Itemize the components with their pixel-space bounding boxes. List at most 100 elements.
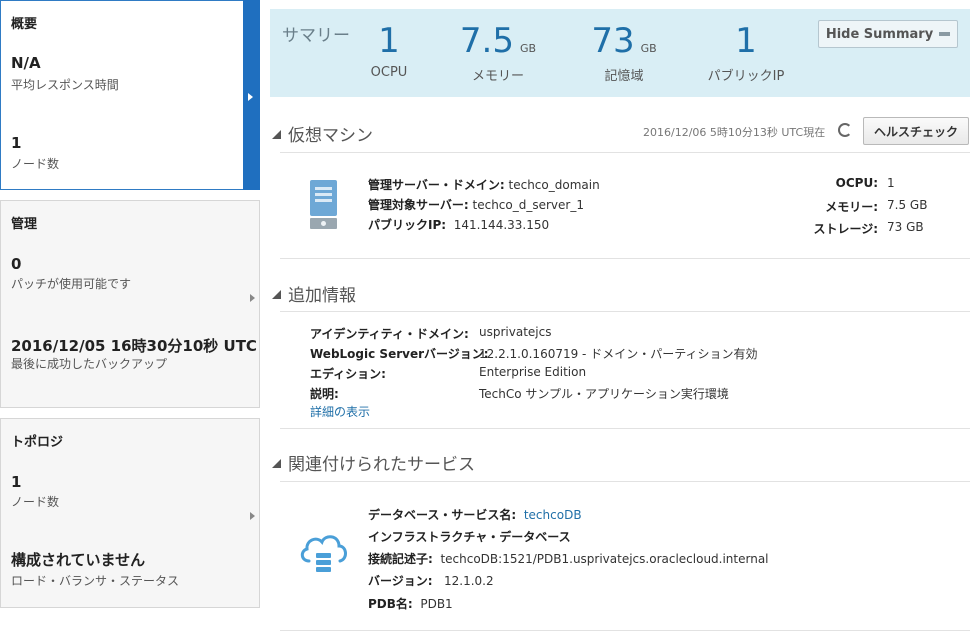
database-cloud-icon: [300, 535, 347, 572]
avg-response-value: N/A: [11, 54, 41, 72]
identity-domain-value: usprivatejcs: [479, 325, 552, 339]
refresh-icon[interactable]: [838, 123, 852, 137]
topology-node-label: ノード数: [11, 495, 60, 509]
kv-key: インフラストラクチャ・データベース: [368, 530, 571, 544]
kv-key: エディション:: [310, 367, 386, 381]
management-title: 管理: [11, 217, 38, 232]
kv-key: 接続記述子:: [368, 552, 433, 566]
kv-value: techco_domain: [508, 178, 600, 192]
metric-unit: GB: [640, 42, 657, 55]
metric-memory: 7.5 GB メモリー: [453, 19, 543, 84]
description-key: 説明:: [310, 385, 339, 402]
kv-key: ストレージ:: [813, 222, 878, 236]
related-section-title: 関連付けられたサービス: [288, 455, 475, 475]
description-value: TechCo サンプル・アプリケーション実行環境: [479, 387, 729, 401]
collapse-triangle-icon: [272, 289, 281, 299]
kv-key: 説明:: [310, 387, 339, 401]
overview-panel[interactable]: 概要 N/A 平均レスポンス時間 1 ノード数: [0, 0, 260, 190]
hide-summary-button[interactable]: Hide Summary: [818, 20, 958, 48]
metric-label: 記憶域: [604, 69, 644, 84]
metric-value: 1: [378, 21, 400, 61]
pdb-name: PDB名: PDB1: [368, 595, 453, 612]
identity-domain-key: アイデンティティ・ドメイン:: [310, 325, 469, 342]
hide-summary-label: Hide Summary: [825, 26, 934, 42]
lb-status-value: 構成されていません: [11, 551, 146, 569]
chevron-right-icon: [248, 93, 253, 101]
db-service-name: データベース・サービス名: techcoDB: [368, 506, 582, 523]
summary-title: サマリー: [282, 26, 350, 46]
summary-bar: サマリー 1 OCPU 7.5 GB メモリー 73 GB 記憶域 1 パブリックI…: [270, 9, 970, 97]
vm-memory-value: 7.5 GB: [887, 198, 928, 212]
management-panel[interactable]: 管理 0 パッチが使用可能です 2016/12/05 16時30分10秒 UTC…: [0, 200, 260, 408]
kv-value: 12.1.0.2: [444, 574, 494, 588]
edition-value: Enterprise Edition: [479, 365, 587, 379]
vm-public-ip: パブリックIP: 141.144.33.150: [368, 216, 549, 233]
health-check-button[interactable]: ヘルスチェック: [863, 117, 969, 145]
kv-key: 管理サーバー・ドメイン:: [368, 178, 505, 192]
kv-key: メモリー:: [825, 200, 878, 214]
additional-divider: [280, 311, 970, 312]
metric-value: 1: [735, 21, 757, 61]
minus-icon: [939, 32, 951, 36]
node-count-label: ノード数: [11, 157, 60, 171]
related-section-header[interactable]: 関連付けられたサービス: [270, 450, 475, 475]
wls-version-value: 12.2.1.0.160719 - ドメイン・パーティション有効: [479, 347, 758, 361]
kv-key: OCPU:: [835, 176, 878, 190]
topology-panel[interactable]: トポロジ 1 ノード数 構成されていません ロード・バランサ・ステータス: [0, 418, 260, 608]
vm-managed-server: 管理対象サーバー: techco_d_server_1: [368, 196, 584, 213]
additional-bottom-divider: [280, 428, 970, 429]
vm-memory-key: メモリー:: [806, 198, 878, 215]
wls-version-key: WebLogic Serverバージョン:: [310, 345, 489, 362]
vm-section-title: 仮想マシン: [288, 126, 373, 146]
kv-key: バージョン:: [368, 574, 433, 588]
node-count-value: 1: [11, 134, 22, 152]
kv-value: PDB1: [420, 597, 453, 611]
backup-time-value: 2016/12/05 16時30分10秒 UTC: [11, 337, 257, 355]
kv-key: 管理対象サーバー:: [368, 198, 469, 212]
vm-storage-value: 73 GB: [887, 220, 924, 234]
metric-unit: GB: [520, 42, 537, 55]
topology-node-value: 1: [11, 473, 22, 491]
metric-value: 73: [591, 21, 635, 61]
metric-label: メモリー: [471, 69, 524, 84]
avg-response-label: 平均レスポンス時間: [11, 78, 119, 92]
vm-bottom-divider: [280, 258, 970, 259]
infra-db-label: インフラストラクチャ・データベース: [368, 528, 571, 545]
patch-count-label: パッチが使用可能です: [11, 277, 132, 291]
metric-storage: 73 GB 記憶域: [588, 19, 660, 84]
connect-descriptor: 接続記述子: techcoDB:1521/PDB1.usprivatejcs.o…: [368, 550, 769, 567]
patch-count-value: 0: [11, 255, 22, 273]
show-details-link[interactable]: 詳細の表示: [310, 403, 370, 420]
overview-title: 概要: [11, 17, 38, 32]
chevron-right-icon: [250, 294, 255, 302]
additional-section-title: 追加情報: [288, 286, 356, 306]
metric-label: OCPU: [370, 65, 408, 80]
server-icon: [310, 180, 337, 229]
chevron-right-icon: [250, 512, 255, 520]
kv-key: アイデンティティ・ドメイン:: [310, 327, 469, 341]
kv-value: 141.144.33.150: [453, 218, 550, 232]
backup-time-label: 最後に成功したバックアップ: [11, 357, 168, 371]
edition-key: エディション:: [310, 365, 386, 382]
metric-public-ip: 1 パブリックIP: [706, 19, 786, 84]
db-service-link[interactable]: techcoDB: [524, 508, 582, 522]
related-divider: [280, 481, 970, 482]
kv-key: データベース・サービス名:: [368, 508, 517, 522]
vm-section-header[interactable]: 仮想マシン: [270, 121, 373, 146]
vm-divider: [280, 152, 970, 153]
collapse-triangle-icon: [272, 129, 281, 139]
kv-key: WebLogic Serverバージョン:: [310, 347, 489, 361]
metric-label: パブリックIP: [707, 69, 785, 84]
vm-ocpu-value: 1: [887, 176, 895, 190]
vm-storage-key: ストレージ:: [806, 220, 878, 237]
kv-key: PDB名:: [368, 597, 413, 611]
additional-section-header[interactable]: 追加情報: [270, 281, 356, 306]
kv-value: techco_d_server_1: [472, 198, 584, 212]
metric-value: 7.5: [459, 21, 514, 61]
vm-admin-domain: 管理サーバー・ドメイン: techco_domain: [368, 176, 600, 193]
vm-timestamp: 2016/12/06 5時10分13秒 UTC現在: [643, 126, 826, 139]
collapse-triangle-icon: [272, 458, 281, 468]
related-bottom-divider: [280, 630, 970, 631]
lb-status-label: ロード・バランサ・ステータス: [11, 574, 180, 588]
db-version: バージョン: 12.1.0.2: [368, 572, 494, 589]
